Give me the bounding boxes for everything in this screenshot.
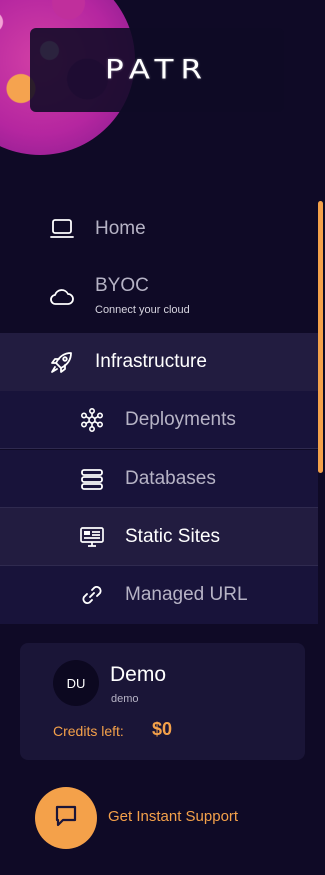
scrollbar-thumb[interactable] bbox=[318, 201, 323, 473]
nav-item-home[interactable]: Home bbox=[0, 207, 318, 251]
user-name: Demo bbox=[110, 663, 167, 686]
credits-value: $0 bbox=[152, 719, 173, 739]
credits-label: Credits left: bbox=[53, 723, 124, 739]
nav-subitem-deployments-label: Deployments bbox=[125, 408, 236, 430]
rocket-icon bbox=[49, 349, 75, 375]
nav-item-infrastructure-label: Infrastructure bbox=[95, 351, 207, 372]
nav-subitem-static-sites-label: Static Sites bbox=[125, 525, 221, 547]
avatar: DU bbox=[53, 660, 99, 706]
static-sites-icon bbox=[79, 524, 105, 550]
nav-subitem-managed-url-label: Managed URL bbox=[125, 584, 248, 605]
nav-item-byoc[interactable]: BYOC Connect your cloud bbox=[0, 269, 318, 325]
user-card[interactable]: DU Demo demo Credits left: $0 bbox=[20, 643, 305, 760]
nav-subitem-databases-label: Databases bbox=[125, 467, 216, 489]
sidebar: PATR Home BYOC Connect your cloud Infras… bbox=[0, 0, 325, 875]
logo-text: PATR bbox=[105, 54, 209, 86]
cloud-icon bbox=[49, 284, 75, 310]
link-icon bbox=[79, 582, 105, 608]
nav-item-home-label: Home bbox=[95, 218, 146, 239]
chat-icon bbox=[52, 802, 80, 834]
support-label[interactable]: Get Instant Support bbox=[108, 808, 238, 825]
laptop-icon bbox=[49, 216, 75, 242]
nav-item-infrastructure[interactable]: Infrastructure bbox=[0, 333, 318, 391]
nav-subitem-deployments[interactable]: Deployments bbox=[0, 391, 318, 449]
user-handle: demo bbox=[111, 693, 139, 705]
nav-item-byoc-label: BYOC bbox=[95, 275, 149, 296]
deployments-icon bbox=[79, 407, 105, 433]
nav-item-byoc-sublabel: Connect your cloud bbox=[95, 304, 190, 316]
database-icon bbox=[79, 466, 105, 492]
nav-subitem-managed-url[interactable]: Managed URL bbox=[0, 566, 318, 624]
logo[interactable]: PATR bbox=[30, 28, 284, 112]
nav-subitem-databases[interactable]: Databases bbox=[0, 450, 318, 508]
nav-subitem-static-sites[interactable]: Static Sites bbox=[0, 508, 318, 566]
support-button[interactable] bbox=[35, 787, 97, 849]
